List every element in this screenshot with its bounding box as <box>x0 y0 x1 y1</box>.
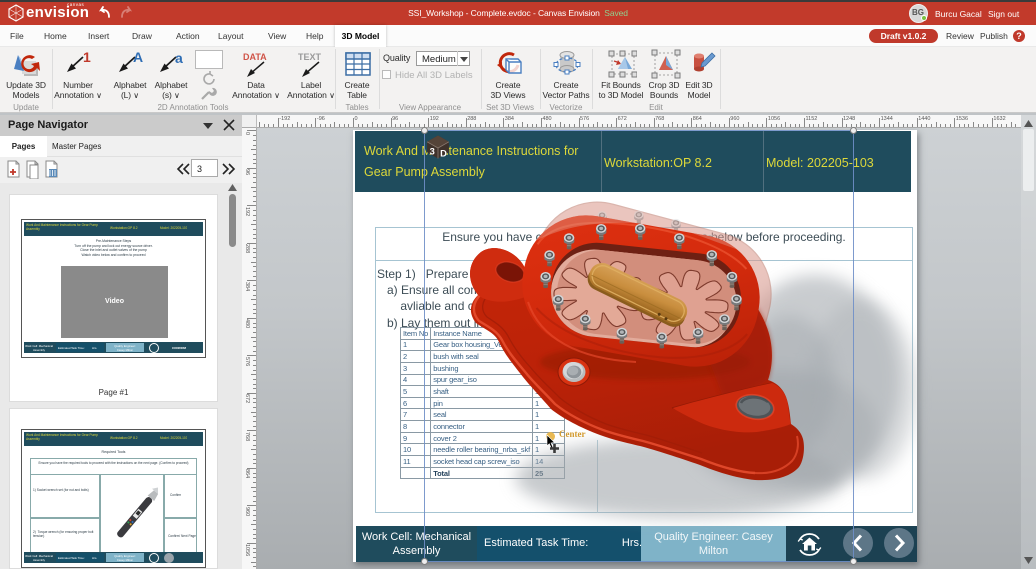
svg-text:3: 3 <box>430 146 435 156</box>
svg-text:a: a <box>175 50 183 66</box>
svg-text:D: D <box>440 148 447 158</box>
svg-text:A: A <box>133 49 143 65</box>
svg-text:TEXT: TEXT <box>298 52 322 62</box>
svg-text:1: 1 <box>83 49 91 65</box>
svg-text:DATA: DATA <box>243 52 267 62</box>
